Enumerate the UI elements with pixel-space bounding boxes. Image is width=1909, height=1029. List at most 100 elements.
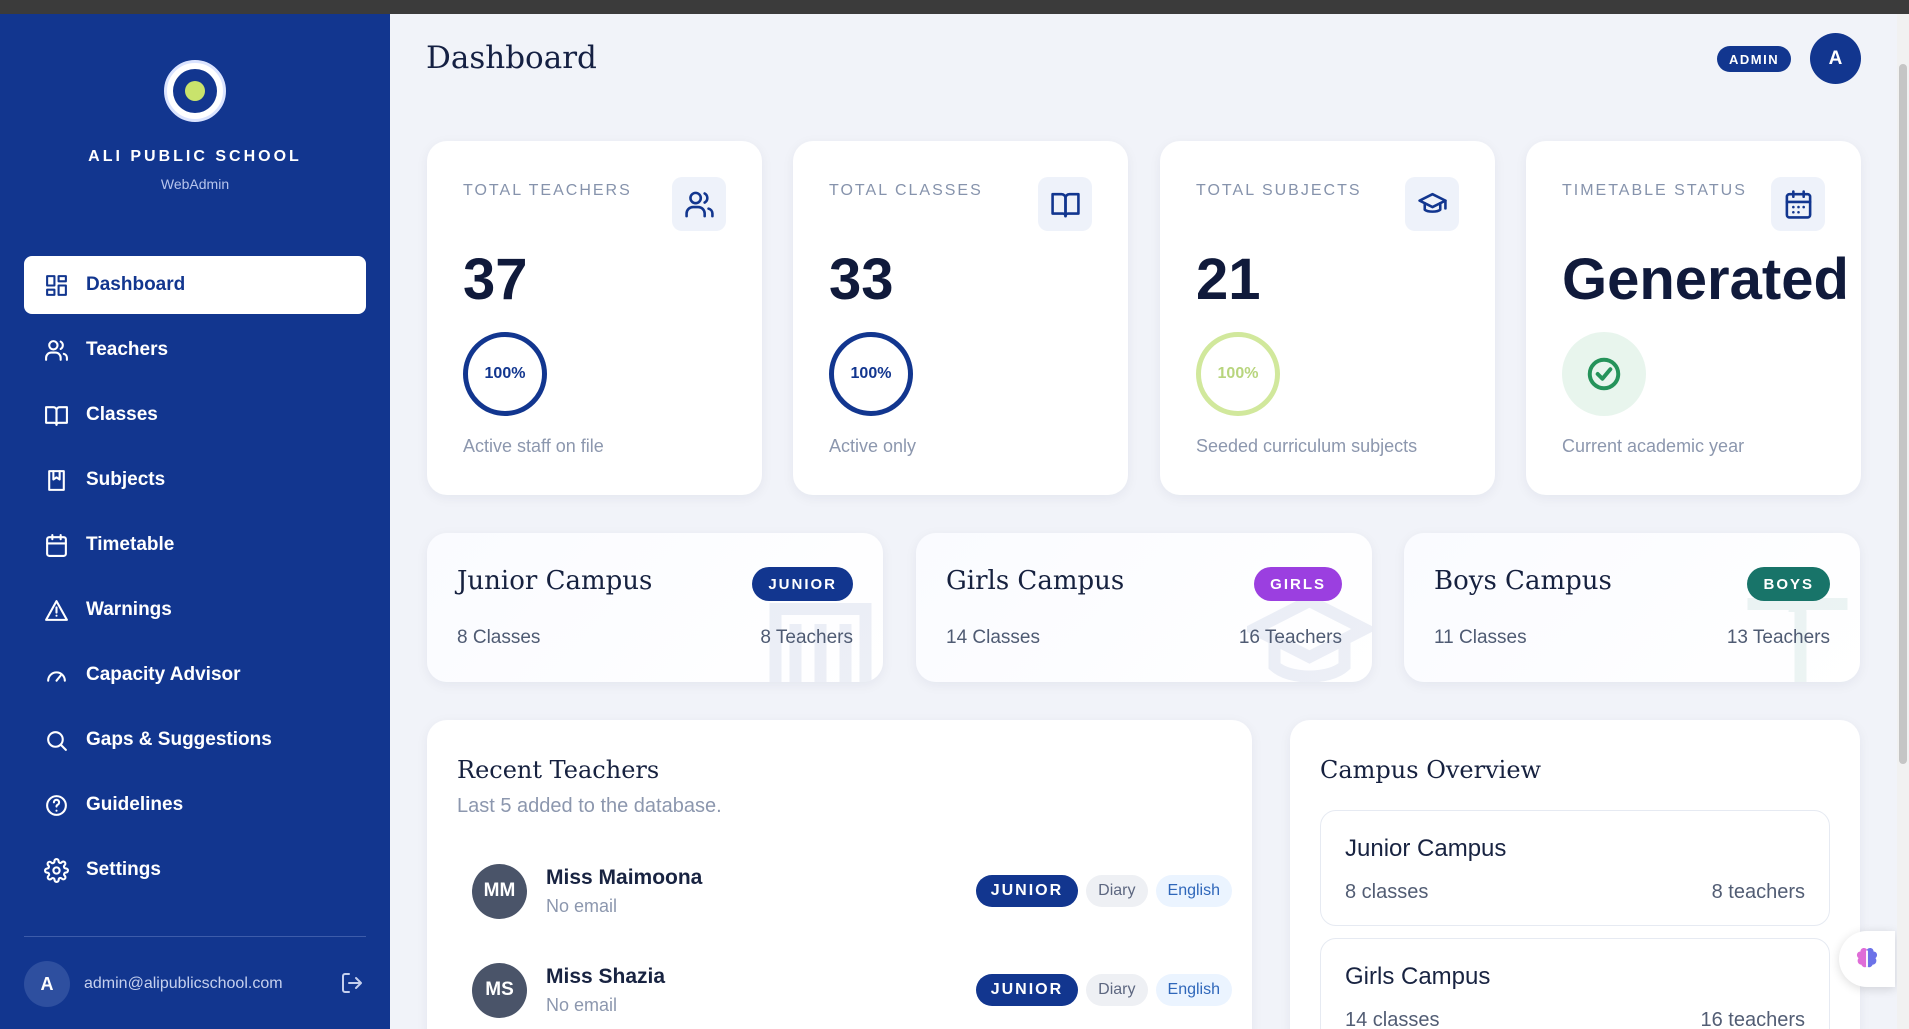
teacher-name: Miss Shazia bbox=[546, 964, 666, 988]
overview-teachers: 8 teachers bbox=[1711, 881, 1805, 903]
stat-card-timetable-status: TIMETABLE STATUS Generated Current acade… bbox=[1526, 141, 1861, 495]
book-open-icon bbox=[1038, 177, 1092, 231]
sidebar-item-gaps-suggestions[interactable]: Gaps & Suggestions bbox=[24, 711, 366, 769]
sidebar-nav: Dashboard Teachers Classes Subjects Time… bbox=[24, 256, 366, 906]
sidebar-account: A admin@alipublicschool.com bbox=[24, 936, 366, 1007]
vertical-scrollbar[interactable] bbox=[1897, 14, 1909, 1029]
overview-classes: 14 classes bbox=[1345, 1009, 1440, 1029]
stat-card-total-classes: TOTAL CLASSES 33 100% Active only bbox=[793, 141, 1128, 495]
graduation-cap-icon bbox=[1405, 177, 1459, 231]
sidebar-item-label: Guidelines bbox=[86, 794, 184, 815]
panel-title: Campus Overview bbox=[1320, 756, 1542, 784]
sidebar-item-label: Classes bbox=[86, 404, 158, 425]
search-icon bbox=[42, 726, 70, 754]
school-logo bbox=[164, 60, 226, 122]
user-avatar[interactable]: A bbox=[1810, 33, 1861, 84]
campus-overview-panel: Campus Overview Junior Campus 8 classes … bbox=[1290, 720, 1860, 1029]
sidebar-item-label: Warnings bbox=[86, 599, 172, 620]
settings-icon bbox=[42, 856, 70, 884]
progress-ring: 100% bbox=[463, 332, 547, 416]
book-open-icon bbox=[42, 401, 70, 429]
sidebar-item-capacity-advisor[interactable]: Capacity Advisor bbox=[24, 646, 366, 704]
panel-subtitle: Last 5 added to the database. bbox=[457, 795, 722, 817]
stat-footnote: Active staff on file bbox=[463, 436, 604, 456]
campus-tag: BOYS bbox=[1747, 567, 1830, 601]
campus-card-boys[interactable]: Boys Campus BOYS 11 Classes 13 Teachers bbox=[1404, 533, 1860, 682]
sidebar-item-timetable[interactable]: Timetable bbox=[24, 516, 366, 574]
stat-card-total-teachers: TOTAL TEACHERS 37 100% Active staff on f… bbox=[427, 141, 762, 495]
calendar-icon bbox=[1771, 177, 1825, 231]
teacher-email: No email bbox=[546, 895, 618, 916]
teachers-icon bbox=[42, 336, 70, 364]
sidebar-item-label: Capacity Advisor bbox=[86, 664, 241, 685]
campus-card-girls[interactable]: Girls Campus GIRLS 14 Classes 16 Teacher… bbox=[916, 533, 1372, 682]
overview-campus-name: Girls Campus bbox=[1345, 963, 1491, 990]
teacher-tags: JUNIOR Diary English bbox=[975, 875, 1232, 907]
campus-name: Girls Campus bbox=[946, 566, 1125, 596]
stat-footnote: Current academic year bbox=[1562, 436, 1745, 456]
brain-assistant-button[interactable] bbox=[1839, 931, 1895, 987]
stat-footnote: Active only bbox=[829, 436, 917, 456]
scrollbar-thumb[interactable] bbox=[1899, 64, 1907, 764]
logout-icon[interactable] bbox=[340, 971, 366, 997]
stat-label: TOTAL TEACHERS bbox=[463, 182, 632, 199]
teacher-info: Miss Maimoona No email bbox=[546, 866, 702, 917]
overview-card[interactable]: Junior Campus 8 classes 8 teachers bbox=[1320, 810, 1830, 926]
bookmark-book-icon bbox=[42, 466, 70, 494]
browser-top-strip bbox=[0, 0, 1909, 14]
stat-footnote: Seeded curriculum subjects bbox=[1196, 436, 1418, 456]
campus-name: Junior Campus bbox=[457, 566, 653, 596]
progress-ring: 100% bbox=[1196, 332, 1280, 416]
progress-ring: 100% bbox=[829, 332, 913, 416]
avatar: MS bbox=[472, 962, 527, 1018]
teacher-row[interactable]: MS Miss Shazia No email JUNIOR Diary Eng… bbox=[472, 959, 1232, 1021]
teacher-name: Miss Maimoona bbox=[546, 865, 703, 889]
overview-classes: 8 classes bbox=[1345, 881, 1429, 903]
sidebar-item-label: Teachers bbox=[86, 339, 169, 360]
teacher-info: Miss Shazia No email bbox=[546, 965, 665, 1016]
teachers-icon bbox=[672, 177, 726, 231]
brain-icon bbox=[1856, 947, 1878, 968]
teacher-row[interactable]: MM Miss Maimoona No email JUNIOR Diary E… bbox=[472, 860, 1232, 922]
gauge-icon bbox=[42, 661, 70, 689]
stat-value: 21 bbox=[1196, 247, 1261, 312]
sidebar-item-settings[interactable]: Settings bbox=[24, 841, 366, 899]
school-name: ALI PUBLIC SCHOOL bbox=[88, 148, 302, 165]
subject-tag: English bbox=[1155, 974, 1232, 1006]
stat-label: TOTAL SUBJECTS bbox=[1196, 182, 1362, 199]
check-circle-icon bbox=[1562, 332, 1646, 416]
sidebar-item-label: Dashboard bbox=[86, 274, 186, 295]
stat-value: Generated bbox=[1562, 247, 1849, 312]
role-badge: ADMIN bbox=[1717, 46, 1792, 72]
subject-tag: English bbox=[1155, 875, 1232, 907]
sidebar-item-guidelines[interactable]: Guidelines bbox=[24, 776, 366, 834]
sidebar-item-classes[interactable]: Classes bbox=[24, 386, 366, 444]
sidebar-item-warnings[interactable]: Warnings bbox=[24, 581, 366, 639]
campus-classes: 14 Classes bbox=[946, 627, 1040, 648]
teacher-tags: JUNIOR Diary English bbox=[975, 974, 1232, 1006]
campus-tag: GIRLS bbox=[1254, 567, 1342, 601]
overview-teachers: 16 teachers bbox=[1700, 1009, 1805, 1029]
campus-teachers: 16 Teachers bbox=[1238, 627, 1342, 648]
calendar-icon bbox=[42, 531, 70, 559]
page-title: Dashboard bbox=[426, 40, 597, 76]
campus-tag: JUNIOR bbox=[975, 974, 1079, 1006]
avatar[interactable]: A bbox=[24, 961, 70, 1007]
school-subtitle: WebAdmin bbox=[160, 176, 230, 192]
account-email: admin@alipublicschool.com bbox=[84, 975, 283, 992]
panel-title: Recent Teachers bbox=[457, 756, 660, 784]
campus-teachers: 8 Teachers bbox=[760, 627, 853, 648]
sidebar-item-teachers[interactable]: Teachers bbox=[24, 321, 366, 379]
campus-classes: 11 Classes bbox=[1434, 627, 1527, 648]
campus-card-junior[interactable]: Junior Campus JUNIOR 8 Classes 8 Teacher… bbox=[427, 533, 883, 682]
campus-tag: JUNIOR bbox=[975, 875, 1079, 907]
subject-tag: Diary bbox=[1086, 974, 1148, 1006]
sidebar-item-subjects[interactable]: Subjects bbox=[24, 451, 366, 509]
sidebar-item-label: Settings bbox=[86, 859, 161, 880]
campus-tag: JUNIOR bbox=[752, 567, 853, 601]
help-circle-icon bbox=[42, 791, 70, 819]
sidebar: ALI PUBLIC SCHOOL WebAdmin Dashboard Tea… bbox=[0, 14, 390, 1029]
dashboard-icon bbox=[42, 271, 70, 299]
sidebar-item-dashboard[interactable]: Dashboard bbox=[24, 256, 366, 314]
overview-card[interactable]: Girls Campus 14 classes 16 teachers bbox=[1320, 938, 1830, 1029]
